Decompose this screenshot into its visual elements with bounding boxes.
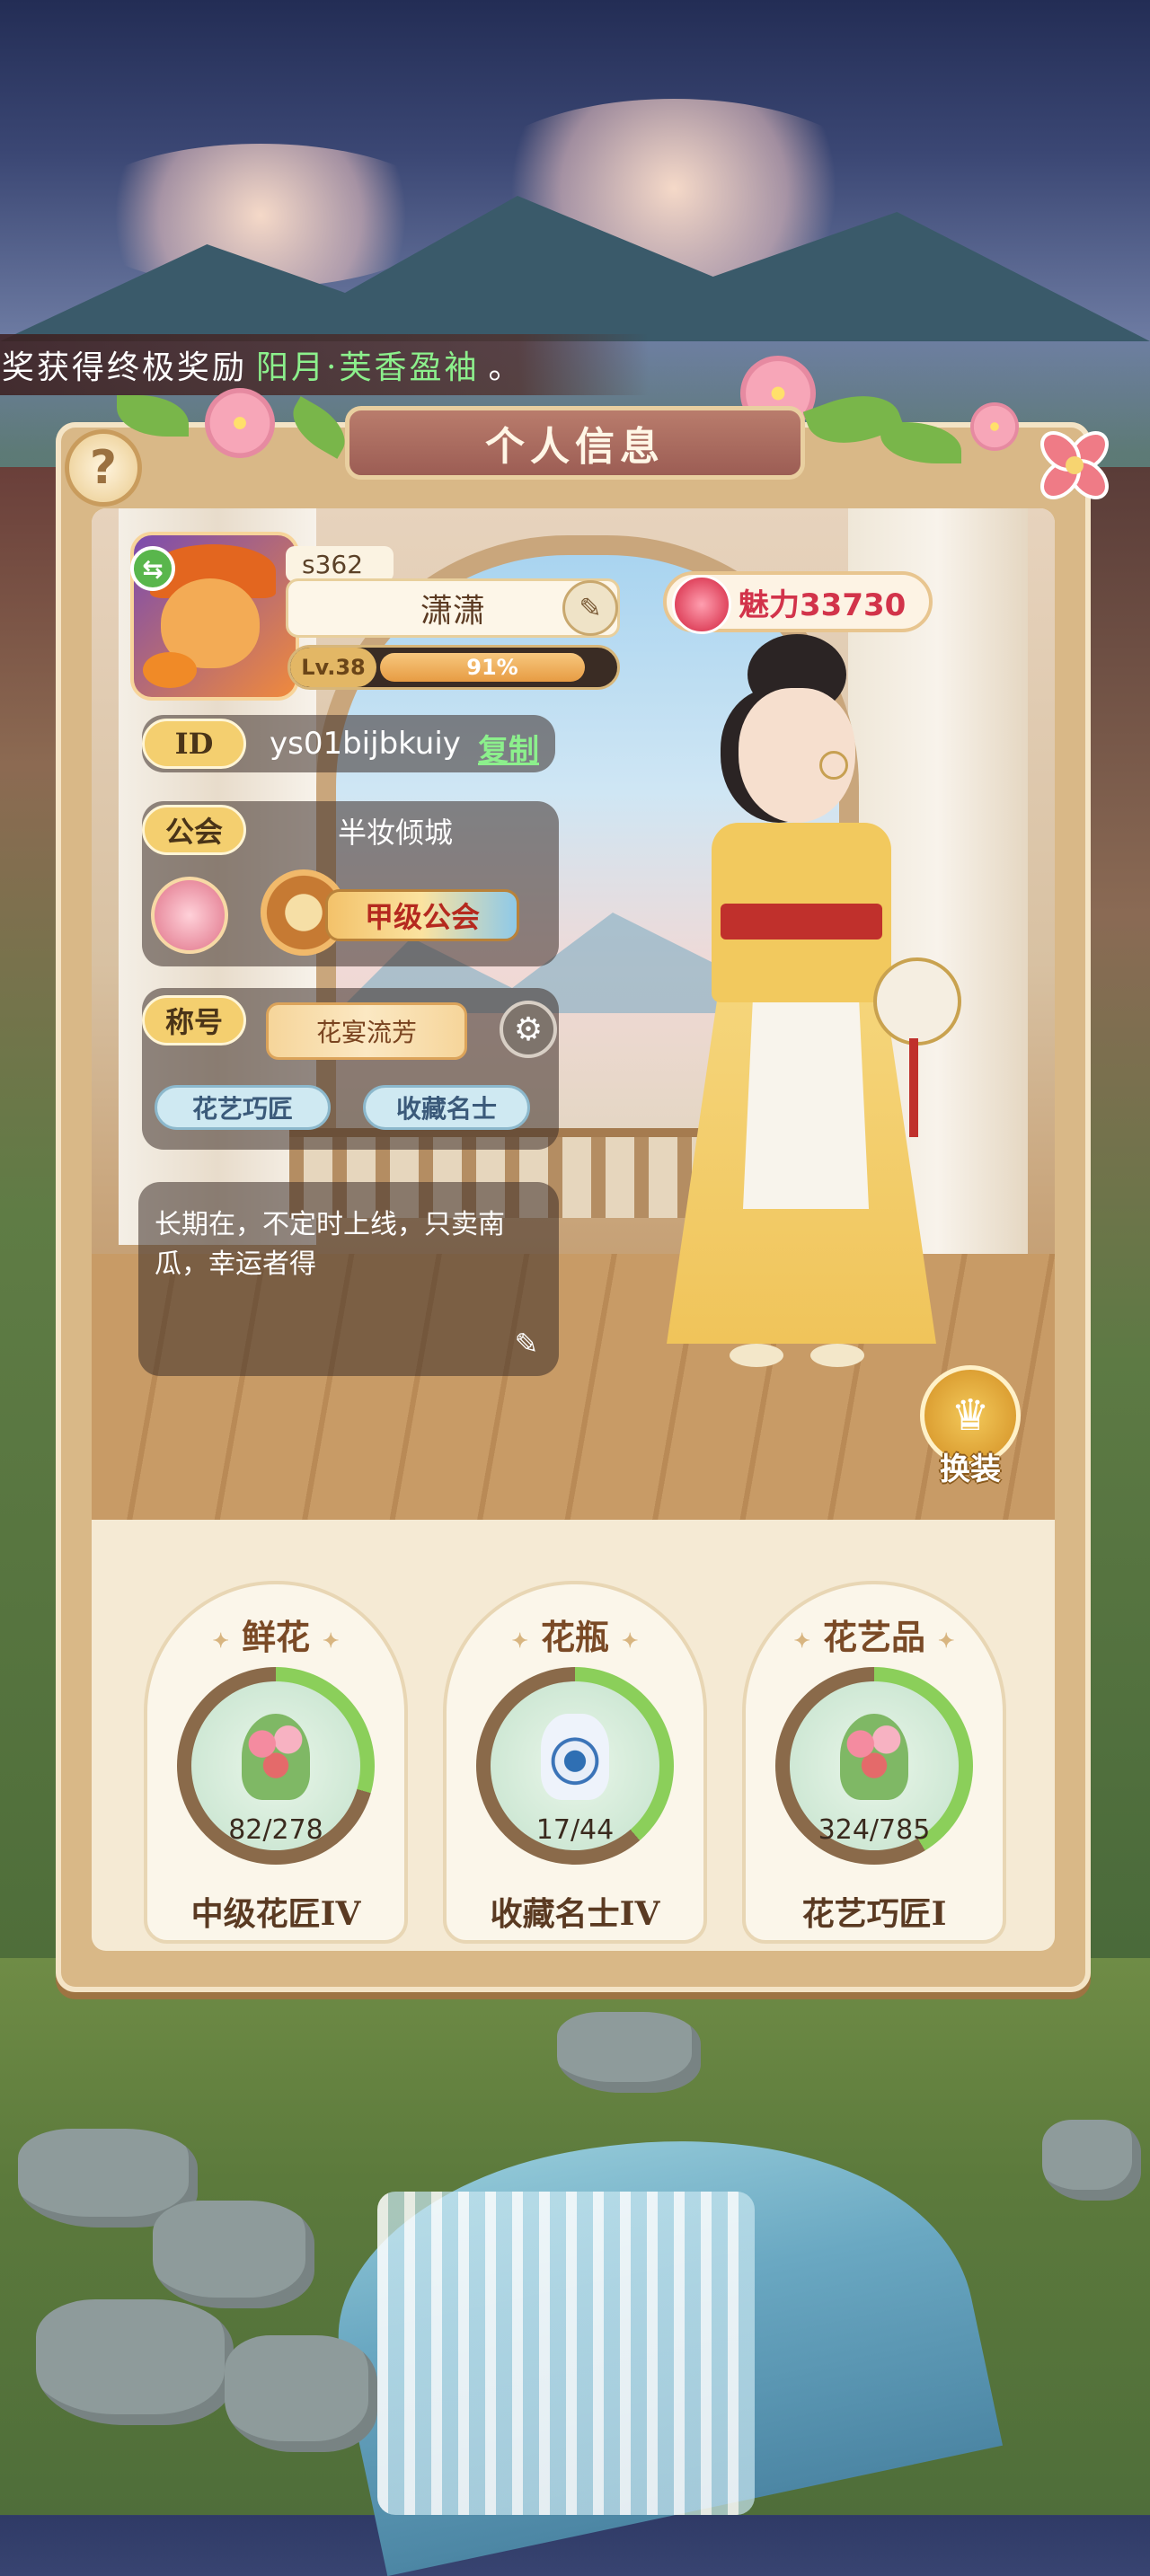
collection-card-vases[interactable]: 花瓶 17/44 收藏名士IV <box>443 1581 707 1944</box>
player-id: ys01bijbkuiy <box>270 726 461 762</box>
gear-icon: ⚙ <box>513 1010 544 1048</box>
dress-icon: ♛ <box>951 1390 990 1441</box>
marquee-highlight: 阳月·芙香盈袖 <box>256 349 480 386</box>
help-button[interactable]: ? <box>65 429 142 507</box>
marquee-prefix: 奖获得终极奖励 <box>2 349 248 386</box>
close-button[interactable] <box>1031 422 1118 508</box>
title-settings-button[interactable]: ⚙ <box>500 1001 557 1058</box>
switch-avatar-icon[interactable]: ⇆ <box>130 546 175 591</box>
guild-emblem-icon[interactable] <box>151 877 228 954</box>
level-label: Lv.38 <box>290 648 376 687</box>
rock <box>153 2201 314 2308</box>
flower-decoration <box>970 402 1019 451</box>
vase-icon <box>541 1714 609 1800</box>
guild-rank-text: 甲级公会 <box>325 889 519 941</box>
arrangement-icon <box>840 1714 908 1800</box>
collection-title: 鲜花 <box>147 1610 404 1659</box>
collection-count: 82/278 <box>228 1814 323 1846</box>
bio-text: 长期在，不定时上线，只卖南瓜，幸运者得 <box>155 1209 505 1280</box>
rock <box>36 2299 234 2425</box>
rock <box>557 2012 701 2093</box>
pencil-icon: ✎ <box>579 592 602 624</box>
rock <box>225 2335 377 2452</box>
close-icon <box>1040 431 1109 499</box>
current-title-badge[interactable]: 花宴流芳 <box>266 1002 467 1060</box>
collection-progress-ring: 324/785 <box>775 1667 973 1865</box>
edit-bio-button[interactable]: ✎ <box>507 1324 546 1363</box>
server-tag: s362 <box>286 546 394 582</box>
bouquet-icon <box>242 1714 310 1800</box>
dress-up-label[interactable]: 换装 <box>920 1444 1021 1488</box>
level-bar: Lv.38 91% <box>288 645 620 690</box>
collection-progress-ring: 17/44 <box>476 1667 674 1865</box>
title-tag-1[interactable]: 花艺巧匠 <box>155 1085 331 1130</box>
round-fan-icon <box>873 957 961 1045</box>
collection-progress-ring: 82/278 <box>177 1667 375 1865</box>
collection-card-arrangements[interactable]: 花艺品 324/785 花艺巧匠I <box>742 1581 1006 1944</box>
title-tag-2[interactable]: 收藏名士 <box>363 1085 530 1130</box>
level-progress-text: 91% <box>466 655 518 680</box>
player-character[interactable] <box>649 634 972 1442</box>
guild-name: 半妆倾城 <box>337 816 453 850</box>
id-label: ID <box>142 719 246 769</box>
collection-count: 324/785 <box>818 1814 931 1846</box>
honor-label: 称号 <box>142 995 246 1045</box>
flower-decoration <box>205 388 275 458</box>
rose-icon <box>672 575 731 634</box>
collection-rank: 中级花匠IV <box>190 1895 361 1933</box>
copy-id-button[interactable]: 复制 <box>478 726 539 770</box>
marquee-suffix: 。 <box>488 349 524 386</box>
guild-rank-badge: 甲级公会 <box>261 869 530 959</box>
guild-label: 公会 <box>142 805 246 855</box>
panel-title: 个人信息 <box>345 406 805 480</box>
collection-title: 花瓶 <box>447 1610 703 1659</box>
pumpkin-icon <box>143 652 197 688</box>
monocle-icon <box>819 751 848 780</box>
collection-title: 花艺品 <box>746 1610 1003 1659</box>
pencil-icon: ✎ <box>514 1327 539 1361</box>
announcement-marquee: 奖获得终极奖励 阳月·芙香盈袖 。 <box>0 334 649 395</box>
collection-count: 17/44 <box>535 1814 615 1846</box>
rock <box>1042 2120 1141 2201</box>
edit-name-button[interactable]: ✎ <box>562 580 618 636</box>
collection-rank: 花艺巧匠I <box>801 1895 947 1933</box>
waterfall <box>377 2192 755 2515</box>
collection-rank: 收藏名士IV <box>490 1895 660 1933</box>
collection-card-flowers[interactable]: 鲜花 82/278 中级花匠IV <box>144 1581 408 1944</box>
